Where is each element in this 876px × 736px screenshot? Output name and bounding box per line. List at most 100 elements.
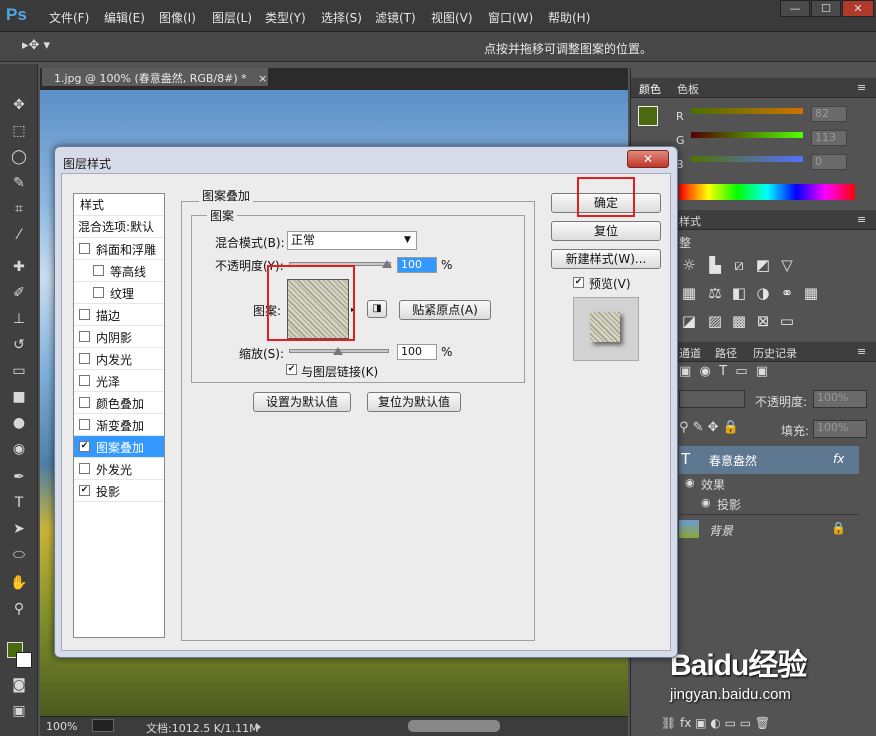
style-item-pattern-overlay[interactable]: ✔ 图案叠加 [74, 436, 164, 458]
gradient-overlay-checkbox[interactable] [79, 419, 90, 430]
menu-type[interactable]: 类型(Y) [265, 9, 306, 26]
color-lookup-icon[interactable]: ▦ [801, 284, 821, 302]
panel-foreground-swatch[interactable] [638, 106, 658, 126]
bw-icon[interactable]: ◧ [729, 284, 749, 302]
layer-row-effect[interactable]: ◉ 投影 [679, 494, 859, 514]
menu-help[interactable]: 帮助(H) [548, 9, 590, 26]
curves-icon[interactable]: ⧄ [729, 256, 749, 274]
inner-shadow-checkbox[interactable] [79, 331, 90, 342]
brush-tool-icon[interactable]: ✐ [9, 284, 29, 302]
close-tab-icon[interactable]: × [258, 72, 267, 85]
snap-to-origin-button[interactable]: 贴紧原点(A) [399, 300, 491, 320]
style-item-contour[interactable]: 等高线 [74, 260, 164, 282]
layer-row-background[interactable]: 背景 🔒 [679, 514, 859, 544]
invert-icon[interactable]: ◪ [679, 312, 699, 330]
layer-row-effects[interactable]: ◉ 效果 [679, 474, 859, 494]
quick-mask-icon[interactable]: ◙ [9, 676, 29, 694]
gradient-map-icon[interactable]: ▭ [777, 312, 797, 330]
menu-filter[interactable]: 滤镜(T) [375, 9, 416, 26]
menu-file[interactable]: 文件(F) [49, 9, 89, 26]
link-with-layer-checkbox[interactable]: ✔ [286, 364, 297, 375]
panel-menu-icon[interactable]: ≡ [857, 213, 866, 226]
pattern-overlay-checkbox[interactable]: ✔ [79, 441, 90, 452]
dialog-close-button[interactable]: ✕ [627, 150, 669, 168]
vibrance-icon[interactable]: ▽ [777, 256, 797, 274]
lasso-tool-icon[interactable]: ◯ [9, 148, 29, 166]
color-spectrum[interactable] [679, 184, 855, 200]
fx-icon[interactable]: fx [833, 452, 844, 466]
tab-styles[interactable]: 样式 [679, 213, 701, 229]
path-select-icon[interactable]: ➤ [9, 520, 29, 538]
menu-image[interactable]: 图像(I) [159, 9, 196, 26]
close-window-button[interactable]: ✕ [842, 0, 874, 17]
hand-tool-icon[interactable]: ✋ [9, 574, 29, 592]
contour-checkbox[interactable] [93, 265, 104, 276]
exposure-icon[interactable]: ◩ [753, 256, 773, 274]
tab-channels[interactable]: 通道 [679, 345, 701, 361]
menu-view[interactable]: 视图(V) [431, 9, 473, 26]
screen-mode-icon[interactable]: ▣ [9, 702, 29, 720]
zoom-tool-icon[interactable]: ⚲ [9, 600, 29, 618]
shape-tool-icon[interactable]: ⬭ [9, 546, 29, 564]
reset-button[interactable]: 复位 [551, 221, 661, 241]
opacity-value[interactable]: 100 [397, 257, 437, 273]
document-tab[interactable]: 1.jpg @ 100% (春意盎然, RGB/8#) * × [42, 68, 268, 86]
style-item-satin[interactable]: 光泽 [74, 370, 164, 392]
marquee-tool-icon[interactable]: ⬚ [9, 122, 29, 140]
move-tool-icon[interactable]: ✥ [9, 96, 29, 114]
b-value[interactable]: 0 [811, 154, 847, 170]
color-balance-icon[interactable]: ⚖ [705, 284, 725, 302]
menu-window[interactable]: 窗口(W) [488, 9, 533, 26]
fill-field[interactable]: 100% [813, 420, 867, 438]
r-value[interactable]: 82 [811, 106, 847, 122]
hue-sat-icon[interactable]: ▦ [679, 284, 699, 302]
set-default-button[interactable]: 设置为默认值 [253, 392, 351, 412]
color-overlay-checkbox[interactable] [79, 397, 90, 408]
style-item-outer-glow[interactable]: 外发光 [74, 458, 164, 480]
layers-footer-icons[interactable]: ⛓ fx ▣ ◐ ▭ ▭ 🗑 [661, 716, 876, 734]
style-item-inner-glow[interactable]: 内发光 [74, 348, 164, 370]
b-slider[interactable] [691, 156, 803, 162]
opacity-slider-thumb[interactable] [382, 260, 392, 268]
scale-value[interactable]: 100 [397, 344, 437, 360]
photo-filter-icon[interactable]: ◑ [753, 284, 773, 302]
status-menu-arrow-icon[interactable] [256, 723, 264, 731]
opacity-field[interactable]: 100% [813, 390, 867, 408]
threshold-icon[interactable]: ▩ [729, 312, 749, 330]
crop-tool-icon[interactable]: ⌗ [9, 200, 29, 218]
inner-glow-checkbox[interactable] [79, 353, 90, 364]
channel-mixer-icon[interactable]: ⚭ [777, 284, 797, 302]
layer-row-text[interactable]: T 春意盎然 fx [679, 446, 859, 474]
stroke-checkbox[interactable] [79, 309, 90, 320]
status-icon[interactable] [92, 719, 114, 732]
history-brush-icon[interactable]: ↺ [9, 336, 29, 354]
type-tool-icon[interactable]: T [9, 494, 29, 512]
eyedropper-icon[interactable]: ⁄ [9, 226, 29, 244]
bevel-checkbox[interactable] [79, 243, 90, 254]
new-preset-icon[interactable]: ◨ [367, 300, 387, 318]
brightness-icon[interactable]: ☼ [679, 256, 699, 274]
minimize-button[interactable]: — [780, 0, 810, 17]
style-item-gradient-overlay[interactable]: 渐变叠加 [74, 414, 164, 436]
panel-menu-icon[interactable]: ≡ [857, 345, 866, 358]
eye-icon[interactable]: ◉ [701, 496, 711, 509]
new-style-button[interactable]: 新建样式(W)... [551, 249, 661, 269]
move-tool-icon[interactable]: ▸✥ ▾ [22, 38, 50, 53]
quick-select-icon[interactable]: ✎ [9, 174, 29, 192]
pen-tool-icon[interactable]: ✒ [9, 468, 29, 486]
outer-glow-checkbox[interactable] [79, 463, 90, 474]
panel-menu-icon[interactable]: ≡ [857, 81, 866, 94]
levels-icon[interactable]: ▙ [705, 256, 725, 274]
selective-color-icon[interactable]: ⊠ [753, 312, 773, 330]
scale-slider-thumb[interactable] [333, 347, 343, 355]
drop-shadow-checkbox[interactable]: ✔ [79, 485, 90, 496]
reset-default-button[interactable]: 复位为默认值 [367, 392, 461, 412]
menu-layer[interactable]: 图层(L) [212, 9, 252, 26]
zoom-level[interactable]: 100% [46, 720, 77, 733]
dodge-tool-icon[interactable]: ◉ [9, 440, 29, 458]
blend-mode-select[interactable] [679, 390, 745, 408]
menu-select[interactable]: 选择(S) [321, 9, 362, 26]
style-item-drop-shadow[interactable]: ✔ 投影 [74, 480, 164, 502]
style-list-header[interactable]: 样式 [74, 194, 164, 216]
style-item-inner-shadow[interactable]: 内阴影 [74, 326, 164, 348]
